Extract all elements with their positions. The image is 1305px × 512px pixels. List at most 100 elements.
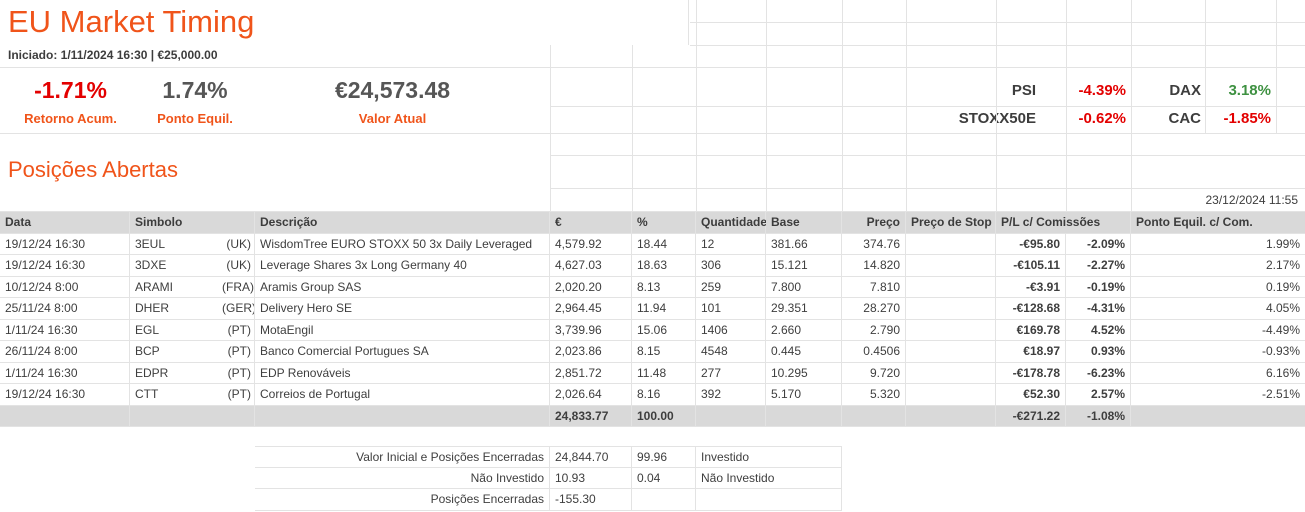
cell-stop-price[interactable] — [906, 234, 996, 256]
cell-breakeven[interactable]: 0.19% — [1131, 277, 1305, 299]
cell-symbol[interactable]: 3EUL — [130, 234, 222, 256]
cell-quantity[interactable]: 277 — [696, 363, 766, 385]
cell-description[interactable]: Banco Comercial Portugues SA — [255, 341, 550, 363]
cell-empty[interactable] — [0, 406, 130, 428]
cell-price[interactable]: 7.810 — [842, 277, 906, 299]
cell-value-eur[interactable]: 3,739.96 — [550, 320, 632, 342]
cell-footer-note[interactable]: Investido — [696, 446, 842, 468]
cell-description[interactable]: WisdomTree EURO STOXX 50 3x Daily Levera… — [255, 234, 550, 256]
cell-footer-pct[interactable]: 0.04 — [632, 468, 696, 490]
cell-description[interactable]: Aramis Group SAS — [255, 277, 550, 299]
cell-total-pl[interactable]: -€271.22 — [996, 406, 1066, 428]
cell-country[interactable]: (GER) — [222, 298, 255, 320]
cell-description[interactable]: Leverage Shares 3x Long Germany 40 — [255, 255, 550, 277]
cell-total-eur[interactable]: 24,833.77 — [550, 406, 632, 428]
cell-price[interactable]: 2.790 — [842, 320, 906, 342]
cell-country[interactable]: (PT) — [222, 320, 255, 342]
header-preco[interactable]: Preço — [842, 212, 906, 234]
cell-pl-value[interactable]: -€3.91 — [996, 277, 1066, 299]
cell-description[interactable]: Correios de Portugal — [255, 384, 550, 406]
cell-footer-value[interactable]: -155.30 — [550, 489, 632, 511]
cell-footer-label[interactable]: Valor Inicial e Posições Encerradas — [255, 446, 550, 468]
cell-pl-pct[interactable]: -6.23% — [1066, 363, 1131, 385]
cell-pl-pct[interactable]: 2.57% — [1066, 384, 1131, 406]
cell-breakeven[interactable]: 2.17% — [1131, 255, 1305, 277]
cell-country[interactable]: (PT) — [222, 363, 255, 385]
cell-value-eur[interactable]: 2,020.20 — [550, 277, 632, 299]
cell-footer-pct[interactable]: 99.96 — [632, 446, 696, 468]
cell-pl-value[interactable]: -€95.80 — [996, 234, 1066, 256]
cell-description[interactable]: MotaEngil — [255, 320, 550, 342]
cell-pl-pct[interactable]: -2.09% — [1066, 234, 1131, 256]
cell-footer-note[interactable]: Não Investido — [696, 468, 842, 490]
cell-empty[interactable] — [255, 406, 550, 428]
cell-base-price[interactable]: 0.445 — [766, 341, 842, 363]
cell-value-eur[interactable]: 4,627.03 — [550, 255, 632, 277]
cell-weight-pct[interactable]: 11.48 — [632, 363, 696, 385]
cell-total-pl-pct[interactable]: -1.08% — [1066, 406, 1131, 428]
cell-pl-value[interactable]: €169.78 — [996, 320, 1066, 342]
cell-price[interactable]: 0.4506 — [842, 341, 906, 363]
cell-value-eur[interactable]: 2,851.72 — [550, 363, 632, 385]
cell-quantity[interactable]: 12 — [696, 234, 766, 256]
header-eur[interactable]: € — [550, 212, 632, 234]
cell-stop-price[interactable] — [906, 384, 996, 406]
cell-value-eur[interactable]: 4,579.92 — [550, 234, 632, 256]
header-pct[interactable]: % — [632, 212, 696, 234]
cell-breakeven[interactable]: 4.05% — [1131, 298, 1305, 320]
cell-pl-value[interactable]: -€178.78 — [996, 363, 1066, 385]
header-base[interactable]: Base — [766, 212, 842, 234]
cell-country[interactable]: (UK) — [222, 234, 255, 256]
cell-base-price[interactable]: 5.170 — [766, 384, 842, 406]
cell-stop-price[interactable] — [906, 341, 996, 363]
cell-value-eur[interactable]: 2,026.64 — [550, 384, 632, 406]
cell-base-price[interactable]: 10.295 — [766, 363, 842, 385]
cell-pl-pct[interactable]: 4.52% — [1066, 320, 1131, 342]
cell-quantity[interactable]: 4548 — [696, 341, 766, 363]
cell-weight-pct[interactable]: 8.13 — [632, 277, 696, 299]
cell-stop-price[interactable] — [906, 255, 996, 277]
header-pl-comissoes[interactable]: P/L c/ Comissões — [996, 212, 1131, 234]
cell-empty[interactable] — [130, 406, 255, 428]
header-quantidade[interactable]: Quantidade — [696, 212, 766, 234]
cell-country[interactable]: (UK) — [222, 255, 255, 277]
header-preco-stop[interactable]: Preço de Stop — [906, 212, 996, 234]
cell-pl-pct[interactable]: -4.31% — [1066, 298, 1131, 320]
cell-date[interactable]: 26/11/24 8:00 — [0, 341, 130, 363]
cell-weight-pct[interactable]: 8.16 — [632, 384, 696, 406]
cell-footer-note[interactable] — [696, 489, 842, 511]
cell-empty[interactable] — [766, 406, 842, 428]
cell-weight-pct[interactable]: 11.94 — [632, 298, 696, 320]
cell-breakeven[interactable]: -4.49% — [1131, 320, 1305, 342]
cell-weight-pct[interactable]: 18.63 — [632, 255, 696, 277]
cell-footer-label[interactable]: Posições Encerradas — [255, 489, 550, 511]
cell-date[interactable]: 1/11/24 16:30 — [0, 320, 130, 342]
header-simbolo[interactable]: Simbolo — [130, 212, 255, 234]
cell-symbol[interactable]: 3DXE — [130, 255, 222, 277]
cell-pl-value[interactable]: €52.30 — [996, 384, 1066, 406]
cell-weight-pct[interactable]: 8.15 — [632, 341, 696, 363]
cell-description[interactable]: Delivery Hero SE — [255, 298, 550, 320]
cell-date[interactable]: 19/12/24 16:30 — [0, 384, 130, 406]
cell-price[interactable]: 5.320 — [842, 384, 906, 406]
cell-price[interactable]: 9.720 — [842, 363, 906, 385]
cell-empty[interactable] — [1131, 406, 1305, 428]
cell-empty[interactable] — [906, 406, 996, 428]
cell-empty[interactable] — [696, 406, 766, 428]
cell-stop-price[interactable] — [906, 277, 996, 299]
cell-date[interactable]: 10/12/24 8:00 — [0, 277, 130, 299]
cell-base-price[interactable]: 15.121 — [766, 255, 842, 277]
cell-pl-pct[interactable]: -0.19% — [1066, 277, 1131, 299]
cell-pl-pct[interactable]: 0.93% — [1066, 341, 1131, 363]
cell-stop-price[interactable] — [906, 298, 996, 320]
cell-price[interactable]: 14.820 — [842, 255, 906, 277]
cell-total-pct[interactable]: 100.00 — [632, 406, 696, 428]
cell-pl-value[interactable]: €18.97 — [996, 341, 1066, 363]
cell-breakeven[interactable]: -2.51% — [1131, 384, 1305, 406]
cell-country[interactable]: (PT) — [222, 384, 255, 406]
cell-base-price[interactable]: 2.660 — [766, 320, 842, 342]
cell-date[interactable]: 1/11/24 16:30 — [0, 363, 130, 385]
cell-pl-pct[interactable]: -2.27% — [1066, 255, 1131, 277]
cell-symbol[interactable]: EDPR — [130, 363, 222, 385]
cell-quantity[interactable]: 306 — [696, 255, 766, 277]
